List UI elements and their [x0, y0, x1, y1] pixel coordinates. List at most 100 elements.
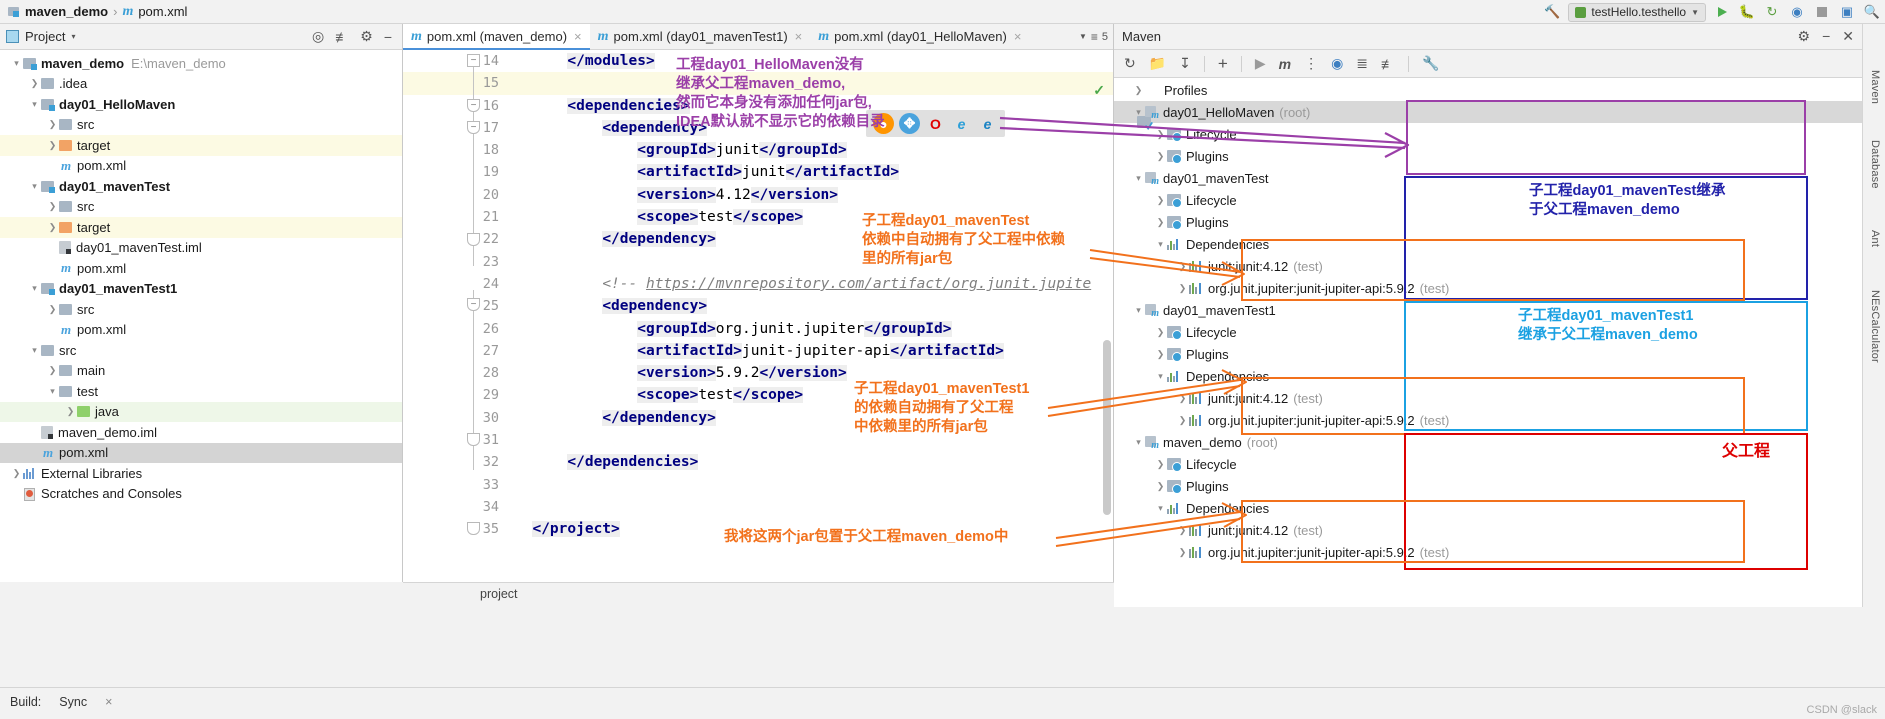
chevron-down-icon[interactable]: ▾ [1132, 305, 1145, 316]
maven-tree-item[interactable]: ❯ Lifecycle [1114, 321, 1862, 343]
expand-all-icon[interactable]: ≣ [1356, 55, 1368, 72]
project-tree-item[interactable]: ▾ maven_demo E:\maven_demo [0, 53, 402, 74]
chevron-right-icon[interactable]: ❯ [46, 119, 59, 130]
maven-goal-icon[interactable]: m [1279, 56, 1291, 72]
code-area[interactable]: 14 15 16 17 18 19 20 21 22 23 24 25 26 27 28 29 30 31 32 33… [403, 50, 1113, 582]
toggle-offline-icon[interactable]: ◉ [1331, 55, 1343, 72]
fold-marker[interactable]: − [467, 121, 480, 134]
hide-panel-icon[interactable]: − [1822, 28, 1830, 45]
maven-tree-item[interactable]: ▾day01_HelloMaven(root) [1114, 101, 1862, 123]
layout-button[interactable]: ▣ [1838, 3, 1856, 21]
project-tree-item[interactable]: ❯ main [0, 361, 402, 382]
maven-tree-item[interactable]: ❯ org.junit.jupiter:junit-jupiter-api:5.9… [1114, 541, 1862, 563]
chevron-right-icon[interactable]: ❯ [1154, 349, 1167, 360]
maven-tree-item[interactable]: ❯ junit:junit:4.12 (test) [1114, 255, 1862, 277]
hide-panel-icon[interactable]: − [384, 29, 392, 45]
project-tree-item[interactable]: day01_mavenTest.iml [0, 238, 402, 259]
fold-marker[interactable] [467, 233, 480, 246]
project-tree-item[interactable]: ❯ src [0, 299, 402, 320]
collapse-all-icon[interactable]: ≢ [1381, 56, 1395, 72]
project-tree-item[interactable]: ▾ day01_HelloMaven [0, 94, 402, 115]
code-line[interactable]: <!-- https://mvnrepository.com/artifact/… [515, 273, 1113, 295]
chevron-right-icon[interactable]: ❯ [64, 406, 77, 417]
fold-column[interactable]: − − − − [467, 50, 487, 582]
maven-tree-item[interactable]: ❯ Lifecycle [1114, 189, 1862, 211]
close-tab-icon[interactable]: × [574, 29, 582, 44]
collapse-all-icon[interactable]: ≢ [335, 29, 349, 45]
maven-tree-item[interactable]: ❯ Plugins [1114, 343, 1862, 365]
chevron-right-icon[interactable]: ❯ [1176, 393, 1189, 404]
chevron-down-icon[interactable]: ▾ [10, 58, 23, 69]
maven-tree-item[interactable]: ❯ Lifecycle [1114, 453, 1862, 475]
debug-button[interactable]: 🐛 [1738, 3, 1756, 21]
stop-button[interactable] [1813, 3, 1831, 21]
editor-tab[interactable]: m pom.xml (day01_HelloMaven) × [810, 24, 1029, 50]
code-line[interactable]: <version>5.9.2</version> [515, 362, 1113, 384]
code-line[interactable]: <dependency> [515, 295, 1113, 317]
project-tree-item[interactable]: m pom.xml [0, 258, 402, 279]
code-line[interactable] [515, 251, 1113, 273]
tab-list-icon[interactable]: ≡ [1091, 30, 1098, 44]
maven-tree-item[interactable]: ❯ junit:junit:4.12 (test) [1114, 519, 1862, 541]
project-tree-item[interactable]: ▾ src [0, 340, 402, 361]
maven-tree-item[interactable]: ❯ Plugins [1114, 145, 1862, 167]
project-tree-item[interactable]: ❯ src [0, 197, 402, 218]
editor-tabs[interactable]: m pom.xml (maven_demo) × m pom.xml (day01_ma… [403, 23, 1029, 50]
firefox-icon[interactable]: ● [873, 113, 894, 134]
maven-tree-item[interactable]: ▾ Dependencies [1114, 497, 1862, 519]
project-tree-item[interactable]: ❯ target [0, 217, 402, 238]
chevron-right-icon[interactable]: ❯ [1154, 459, 1167, 470]
chevron-down-icon[interactable]: ▾ [1132, 437, 1145, 448]
tool-window-ant[interactable]: Ant [1869, 224, 1881, 253]
run-icon[interactable]: ▶ [1255, 55, 1266, 72]
close-icon[interactable]: ✕ [1842, 28, 1854, 45]
chevron-right-icon[interactable]: ❯ [1154, 217, 1167, 228]
chevron-right-icon[interactable]: ❯ [1176, 547, 1189, 558]
project-tree-item[interactable]: m pom.xml [0, 442, 402, 463]
fold-marker[interactable] [467, 522, 480, 535]
code-line[interactable] [515, 72, 1113, 95]
chevron-right-icon[interactable]: ❯ [1154, 195, 1167, 206]
run-configuration-selector[interactable]: testHello.testhello ▼ [1568, 2, 1706, 22]
maven-tree-item[interactable]: ❯ junit:junit:4.12 (test) [1114, 387, 1862, 409]
chevron-down-icon[interactable]: ▾ [71, 32, 75, 41]
chevron-down-icon[interactable]: ▾ [1154, 503, 1167, 514]
tool-window-calculator[interactable]: NEsCalculator [1869, 284, 1881, 369]
tool-window-database[interactable]: Database [1869, 134, 1881, 195]
close-tab-icon[interactable]: × [1014, 29, 1022, 44]
chevron-right-icon[interactable]: ❯ [10, 468, 23, 479]
gear-icon[interactable]: ⚙ [360, 28, 373, 45]
hammer-icon[interactable]: 🔨 [1543, 3, 1561, 21]
download-sources-icon[interactable]: ↧ [1179, 55, 1191, 72]
editor-scrollbar[interactable] [1103, 340, 1111, 515]
coverage-button[interactable]: ◉ [1788, 3, 1806, 21]
chevron-right-icon[interactable]: ❯ [28, 78, 41, 89]
maven-tree-item[interactable]: ❯ org.junit.jupiter:junit-jupiter-api:5.9… [1114, 277, 1862, 299]
fold-marker[interactable]: − [467, 54, 480, 67]
chevron-down-icon[interactable]: ▾ [1154, 371, 1167, 382]
tool-window-maven[interactable]: Maven [1869, 64, 1881, 110]
chevron-right-icon[interactable]: ❯ [46, 201, 59, 212]
chevron-down-icon[interactable]: ▾ [28, 283, 41, 294]
code-line[interactable] [515, 474, 1113, 496]
maven-tree-item[interactable]: ▾ Dependencies [1114, 233, 1862, 255]
chevron-down-icon[interactable]: ▾ [28, 345, 41, 356]
tab-overflow[interactable]: ▼ ≡ 5 [1079, 24, 1113, 49]
project-tree-item[interactable]: ❯ java [0, 401, 402, 422]
code-line[interactable]: <dependencies> [515, 95, 1113, 117]
edge-icon[interactable]: e [977, 113, 998, 134]
code-line[interactable]: <groupId>junit</groupId> [515, 139, 1113, 161]
chevron-right-icon[interactable]: ❯ [1154, 481, 1167, 492]
chevron-right-icon[interactable]: ❯ [1132, 85, 1145, 96]
code-line[interactable]: <scope>test</scope> [515, 206, 1113, 228]
code-line[interactable]: </dependency> [515, 407, 1113, 429]
chevron-right-icon[interactable]: ❯ [1176, 261, 1189, 272]
reload-icon[interactable]: ↻ [1124, 55, 1136, 72]
fold-marker[interactable] [467, 433, 480, 446]
maven-tree-item[interactable]: ▾ Dependencies [1114, 365, 1862, 387]
project-tree-item[interactable]: ❯ src [0, 115, 402, 136]
code-line[interactable]: </modules> [515, 50, 1113, 72]
editor-tab[interactable]: m pom.xml (maven_demo) × [403, 23, 590, 50]
maven-tree-item[interactable]: ❯ Profiles [1114, 79, 1862, 128]
maven-tree-item[interactable]: ▾ day01_mavenTest1 [1114, 299, 1862, 321]
